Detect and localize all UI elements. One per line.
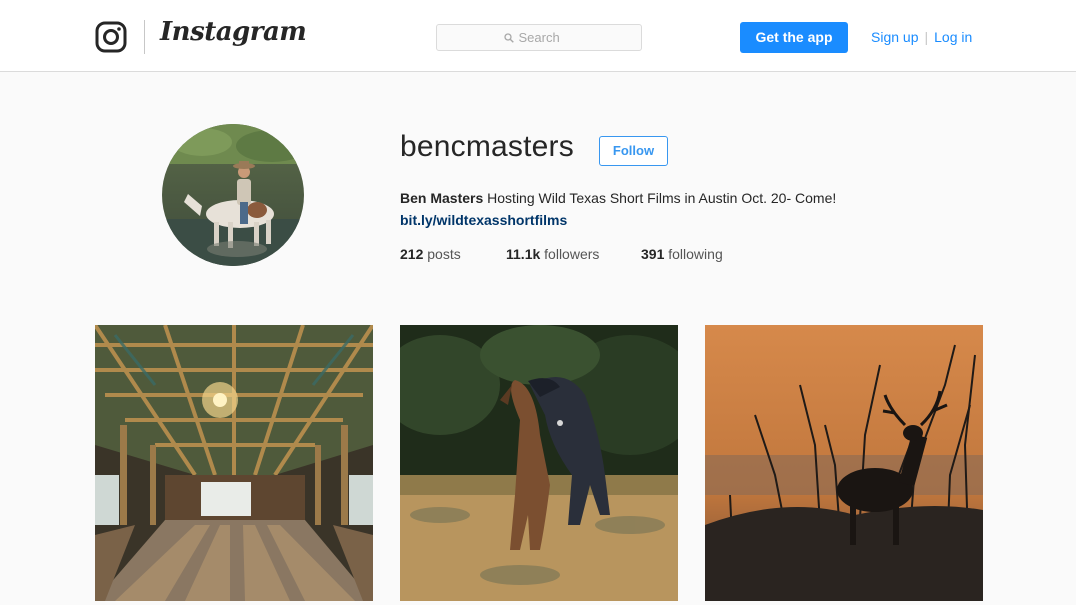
auth-links: Sign up | Log in: [871, 29, 972, 45]
top-nav: Instagram Get the app Sign up | Log in: [0, 0, 1076, 72]
search-icon: [503, 32, 514, 43]
profile-username: bencmasters: [400, 130, 574, 163]
followers-count: 11.1k: [506, 246, 541, 262]
following-label: following: [668, 246, 723, 262]
followers-label: followers: [544, 246, 600, 262]
search-input[interactable]: [518, 30, 575, 45]
search-box[interactable]: [436, 24, 642, 51]
posts-count: 212: [400, 246, 424, 262]
post-thumbnail-deer[interactable]: [705, 325, 983, 601]
bio-link[interactable]: bit.ly/wildtexasshortfilms: [400, 212, 567, 228]
sign-up-link[interactable]: Sign up: [871, 29, 918, 45]
logo-divider: [144, 20, 145, 54]
brand-wordmark[interactable]: Instagram: [160, 17, 307, 47]
avatar-photo: [162, 124, 304, 266]
post-thumbnail-barn[interactable]: [95, 325, 373, 601]
post-thumbnail-horses[interactable]: [400, 325, 678, 601]
stat-followers[interactable]: 11.1k followers: [506, 246, 599, 262]
stat-following[interactable]: 391 following: [641, 246, 723, 262]
barn-interior-photo: [95, 325, 373, 601]
bio-line: Ben Masters Hosting Wild Texas Short Fil…: [400, 187, 836, 209]
bio-text: Hosting Wild Texas Short Films in Austin…: [483, 190, 837, 206]
instagram-camera-icon[interactable]: [95, 21, 127, 53]
get-the-app-button[interactable]: Get the app: [740, 22, 848, 53]
horses-photo: [400, 325, 678, 601]
stat-posts: 212 posts: [400, 246, 461, 262]
deer-sunset-photo: [705, 325, 983, 601]
log-in-link[interactable]: Log in: [934, 29, 972, 45]
profile-bio: Ben Masters Hosting Wild Texas Short Fil…: [400, 187, 836, 231]
follow-button[interactable]: Follow: [599, 136, 668, 166]
bio-full-name: Ben Masters: [400, 190, 484, 206]
auth-separator: |: [924, 29, 929, 45]
profile-avatar[interactable]: [162, 124, 304, 266]
posts-label: posts: [427, 246, 461, 262]
following-count: 391: [641, 246, 665, 262]
